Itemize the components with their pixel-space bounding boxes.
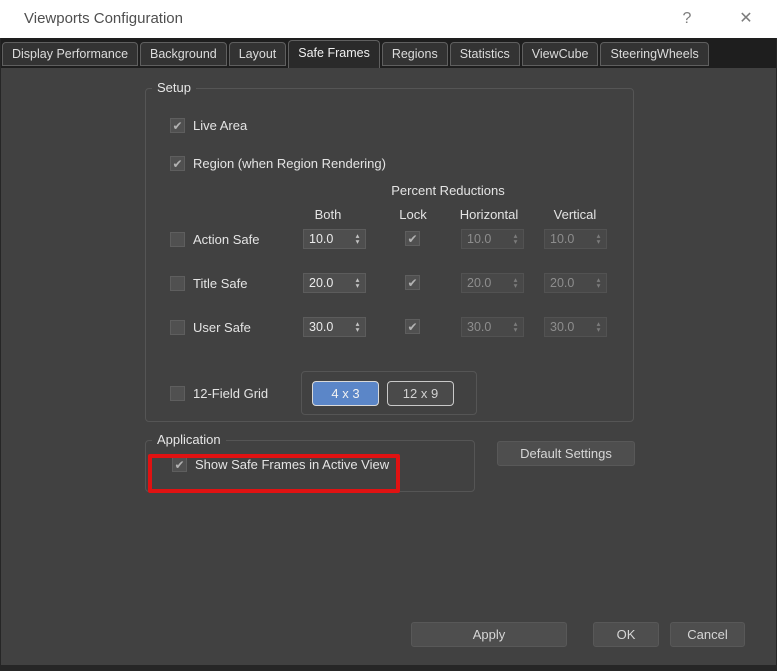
user-safe-vertical-value: 30.0 <box>550 320 575 334</box>
region-checkbox[interactable]: ✔ <box>170 156 185 171</box>
field-grid-label: 12-Field Grid <box>193 386 269 401</box>
spinner-arrows-icon: ▴ ▾ <box>513 231 518 246</box>
spinner-arrows-icon[interactable]: ▴ ▾ <box>350 230 365 248</box>
action-safe-label: Action Safe <box>193 232 260 247</box>
application-group: Application ✔ Show Safe Frames in Active… <box>145 432 475 492</box>
spinner-arrows-icon: ▴ ▾ <box>596 319 601 334</box>
action-safe-horizontal-spinner: 10.0 ▴ ▾ <box>461 229 524 249</box>
user-safe-both-spinner[interactable]: 30.0 ▴ ▾ <box>303 317 366 337</box>
field-grid-button-group: 4 x 3 12 x 9 <box>301 371 477 415</box>
action-safe-both-spinner[interactable]: 10.0 ▴ ▾ <box>303 229 366 249</box>
title-safe-row: Title Safe <box>170 276 247 291</box>
spinner-arrows-icon: ▴ ▾ <box>513 319 518 334</box>
action-safe-both-value: 10.0 <box>309 232 334 246</box>
column-header-both: Both <box>314 207 342 222</box>
setup-group-label: Setup <box>152 80 196 96</box>
user-safe-horizontal-value: 30.0 <box>467 320 492 334</box>
column-header-horizontal: Horizontal <box>459 207 519 222</box>
tab-viewcube[interactable]: ViewCube <box>521 42 599 66</box>
safe-frames-panel: Setup ✔ Live Area ✔ Region (when Region … <box>0 68 777 664</box>
title-safe-checkbox[interactable] <box>170 276 185 291</box>
show-safe-frames-row: ✔ Show Safe Frames in Active View <box>172 457 389 472</box>
user-safe-lock-checkbox[interactable]: ✔ <box>405 319 420 334</box>
live-area-checkbox[interactable]: ✔ <box>170 118 185 133</box>
cancel-button[interactable]: Cancel <box>670 622 745 647</box>
title-bar: Viewports Configuration ? ✕ <box>0 0 777 38</box>
live-area-label: Live Area <box>193 118 248 133</box>
action-safe-horizontal-value: 10.0 <box>467 232 492 246</box>
show-safe-frames-checkbox[interactable]: ✔ <box>172 457 187 472</box>
action-safe-vertical-spinner: 10.0 ▴ ▾ <box>544 229 607 249</box>
grid-12x9-button[interactable]: 12 x 9 <box>387 381 454 406</box>
field-grid-checkbox[interactable] <box>170 386 185 401</box>
title-safe-vertical-value: 20.0 <box>550 276 575 290</box>
live-area-row: ✔ Live Area <box>170 118 247 133</box>
viewports-configuration-dialog: Viewports Configuration ? ✕ Display Perf… <box>0 0 777 671</box>
spinner-arrows-icon: ▴ ▾ <box>513 275 518 290</box>
tab-statistics[interactable]: Statistics <box>449 42 520 66</box>
default-settings-button[interactable]: Default Settings <box>497 441 635 466</box>
spinner-arrows-icon[interactable]: ▴ ▾ <box>350 318 365 336</box>
window-border-left <box>0 38 1 671</box>
help-icon[interactable]: ? <box>676 0 698 38</box>
action-safe-row: Action Safe <box>170 232 260 247</box>
user-safe-label: User Safe <box>193 320 251 335</box>
title-safe-lock-checkbox[interactable]: ✔ <box>405 275 420 290</box>
column-header-lock: Lock <box>399 207 427 222</box>
application-group-label: Application <box>152 432 226 448</box>
field-grid-row: 12-Field Grid <box>170 386 268 401</box>
title-safe-both-spinner[interactable]: 20.0 ▴ ▾ <box>303 273 366 293</box>
spinner-arrows-icon: ▴ ▾ <box>596 275 601 290</box>
title-safe-label: Title Safe <box>193 276 248 291</box>
title-safe-horizontal-value: 20.0 <box>467 276 492 290</box>
tab-steeringwheels[interactable]: SteeringWheels <box>600 42 709 66</box>
spinner-arrows-icon: ▴ ▾ <box>596 231 601 246</box>
title-safe-both-value: 20.0 <box>309 276 334 290</box>
close-icon[interactable]: ✕ <box>732 0 760 38</box>
tab-bar: Display Performance Background Layout Sa… <box>0 38 777 68</box>
tab-regions[interactable]: Regions <box>381 42 448 66</box>
tab-safe-frames[interactable]: Safe Frames <box>288 40 380 68</box>
user-safe-both-value: 30.0 <box>309 320 334 334</box>
window-title: Viewports Configuration <box>24 10 183 27</box>
spinner-arrows-icon[interactable]: ▴ ▾ <box>350 274 365 292</box>
apply-button[interactable]: Apply <box>411 622 567 647</box>
title-safe-horizontal-spinner: 20.0 ▴ ▾ <box>461 273 524 293</box>
user-safe-checkbox[interactable] <box>170 320 185 335</box>
region-row: ✔ Region (when Region Rendering) <box>170 156 386 171</box>
percent-reductions-label: Percent Reductions <box>391 183 505 198</box>
region-label: Region (when Region Rendering) <box>193 156 386 171</box>
action-safe-checkbox[interactable] <box>170 232 185 247</box>
show-safe-frames-label: Show Safe Frames in Active View <box>195 457 390 472</box>
title-safe-vertical-spinner: 20.0 ▴ ▾ <box>544 273 607 293</box>
tab-display-performance[interactable]: Display Performance <box>2 42 139 66</box>
user-safe-vertical-spinner: 30.0 ▴ ▾ <box>544 317 607 337</box>
tab-background[interactable]: Background <box>140 42 227 66</box>
tab-layout[interactable]: Layout <box>228 42 287 66</box>
window-border-bottom <box>0 665 777 671</box>
grid-4x3-button[interactable]: 4 x 3 <box>312 381 379 406</box>
user-safe-row: User Safe <box>170 320 251 335</box>
ok-button[interactable]: OK <box>593 622 659 647</box>
action-safe-lock-checkbox[interactable]: ✔ <box>405 231 420 246</box>
user-safe-horizontal-spinner: 30.0 ▴ ▾ <box>461 317 524 337</box>
setup-group: Setup ✔ Live Area ✔ Region (when Region … <box>145 80 634 422</box>
action-safe-vertical-value: 10.0 <box>550 232 575 246</box>
column-header-vertical: Vertical <box>553 207 597 222</box>
